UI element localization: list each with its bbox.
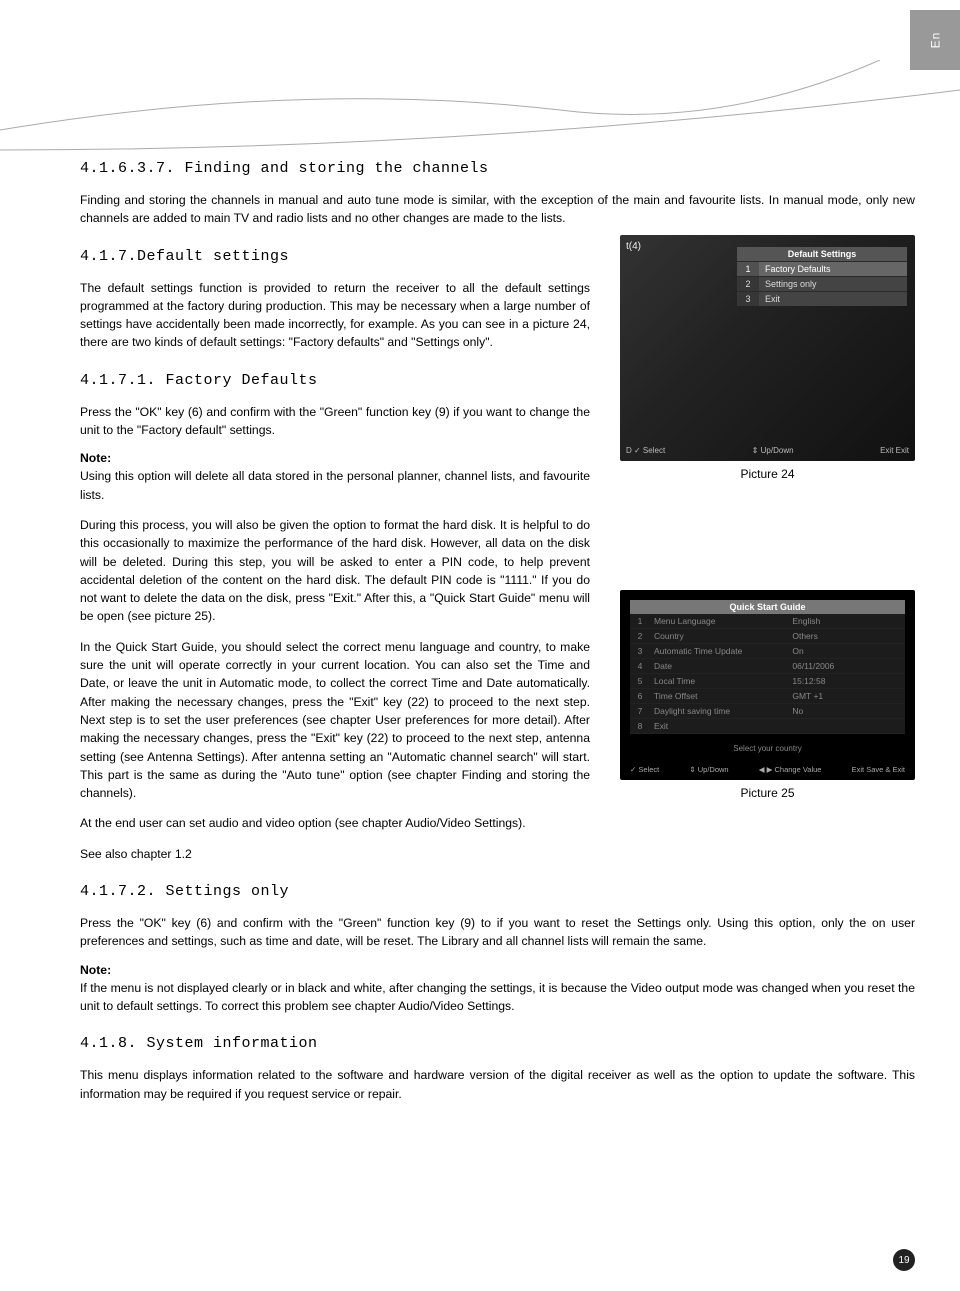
osd-corner-label: t(4) (626, 241, 641, 252)
paragraph: At the end user can set audio and video … (80, 814, 915, 832)
osd-row-label: Settings only (759, 277, 907, 291)
heading-418: 4.1.8. System information (80, 1035, 915, 1052)
figure-caption: Picture 25 (620, 786, 915, 800)
heading-41637: 4.1.6.3.7. Finding and storing the chann… (80, 160, 915, 177)
osd-row-label: Exit (759, 292, 907, 306)
osd-row-number: 3 (630, 644, 650, 658)
page: En 4.1.6.3.7. Finding and storing the ch… (0, 0, 960, 1291)
paragraph: Press the "OK" key (6) and confirm with … (80, 914, 915, 951)
osd-menu-row: 3Automatic Time UpdateOn (630, 644, 905, 659)
osd-row-value: English (788, 614, 905, 628)
osd-row-label: Time Offset (650, 689, 788, 703)
osd-footer-change: ◀ ▶ Change Value (759, 765, 822, 774)
osd-footer-select: ✓ Select (630, 765, 659, 774)
language-tab: En (910, 10, 960, 70)
osd-menu-row: 6Time OffsetGMT +1 (630, 689, 905, 704)
osd-row-label: Menu Language (650, 614, 788, 628)
osd-row-number: 2 (737, 277, 759, 291)
osd-subtext: Select your country (630, 744, 905, 753)
osd-footer-save: Exit Save & Exit (852, 765, 905, 774)
paragraph: During this process, you will also be gi… (80, 516, 590, 626)
osd-row-number: 8 (630, 719, 650, 733)
osd-menu-row: 3Exit (737, 291, 907, 306)
osd-row-label: Daylight saving time (650, 704, 788, 718)
osd-row-value: No (788, 704, 905, 718)
paragraph: Press the "OK" key (6) and confirm with … (80, 403, 590, 440)
heading-4172: 4.1.7.2. Settings only (80, 883, 915, 900)
paragraph: If the menu is not displayed clearly or … (80, 979, 915, 1016)
osd-row-value: 15:12:58 (788, 674, 905, 688)
osd-row-label: Date (650, 659, 788, 673)
osd-default-settings: t(4) Default Settings 1Factory Defaults2… (620, 235, 915, 461)
osd-header: Quick Start Guide (630, 600, 905, 614)
osd-row-value: Others (788, 629, 905, 643)
osd-row-number: 3 (737, 292, 759, 306)
osd-row-label: Factory Defaults (759, 262, 907, 276)
osd-row-number: 2 (630, 629, 650, 643)
figure-25: Quick Start Guide 1Menu LanguageEnglish2… (620, 590, 915, 800)
figure-caption: Picture 24 (620, 467, 915, 481)
osd-menu-row: 2Settings only (737, 276, 907, 291)
paragraph: Finding and storing the channels in manu… (80, 191, 915, 228)
osd-row-number: 1 (630, 614, 650, 628)
osd-row-label: Exit (650, 719, 788, 733)
osd-row-number: 6 (630, 689, 650, 703)
osd-menu-row: 1Menu LanguageEnglish (630, 614, 905, 629)
language-tab-label: En (928, 32, 942, 49)
figure-24: t(4) Default Settings 1Factory Defaults2… (620, 235, 915, 481)
osd-row-value: 06/11/2006 (788, 659, 905, 673)
note-label: Note: (80, 963, 915, 977)
paragraph: This menu displays information related t… (80, 1066, 915, 1103)
osd-row-number: 1 (737, 262, 759, 276)
osd-footer-select: D ✓ Select (626, 446, 665, 455)
osd-row-number: 5 (630, 674, 650, 688)
osd-menu-row: 2CountryOthers (630, 629, 905, 644)
osd-row-label: Automatic Time Update (650, 644, 788, 658)
paragraph: The default settings function is provide… (80, 279, 590, 352)
paragraph: See also chapter 1.2 (80, 845, 915, 863)
paragraph: Using this option will delete all data s… (80, 467, 590, 504)
osd-footer-updown: ⇕ Up/Down (689, 765, 728, 774)
osd-row-label: Local Time (650, 674, 788, 688)
osd-row-value: On (788, 644, 905, 658)
osd-row-number: 7 (630, 704, 650, 718)
osd-header: Default Settings (737, 247, 907, 261)
osd-menu-row: 8Exit (630, 719, 905, 734)
osd-footer: D ✓ Select ⇕ Up/Down Exit Exit (626, 446, 909, 455)
osd-quick-start-guide: Quick Start Guide 1Menu LanguageEnglish2… (620, 590, 915, 780)
osd-row-label: Country (650, 629, 788, 643)
osd-footer: ✓ Select ⇕ Up/Down ◀ ▶ Change Value Exit… (630, 765, 905, 774)
osd-footer-updown: ⇕ Up/Down (752, 446, 794, 455)
osd-row-number: 4 (630, 659, 650, 673)
page-number: 19 (893, 1249, 915, 1271)
osd-menu-row: 1Factory Defaults (737, 261, 907, 276)
osd-menu-row: 5Local Time15:12:58 (630, 674, 905, 689)
osd-row-value (788, 719, 905, 733)
osd-row-value: GMT +1 (788, 689, 905, 703)
osd-menu-row: 7Daylight saving timeNo (630, 704, 905, 719)
content-body: 4.1.6.3.7. Finding and storing the chann… (80, 0, 915, 1103)
osd-footer-exit: Exit Exit (880, 446, 909, 455)
osd-menu-row: 4Date06/11/2006 (630, 659, 905, 674)
